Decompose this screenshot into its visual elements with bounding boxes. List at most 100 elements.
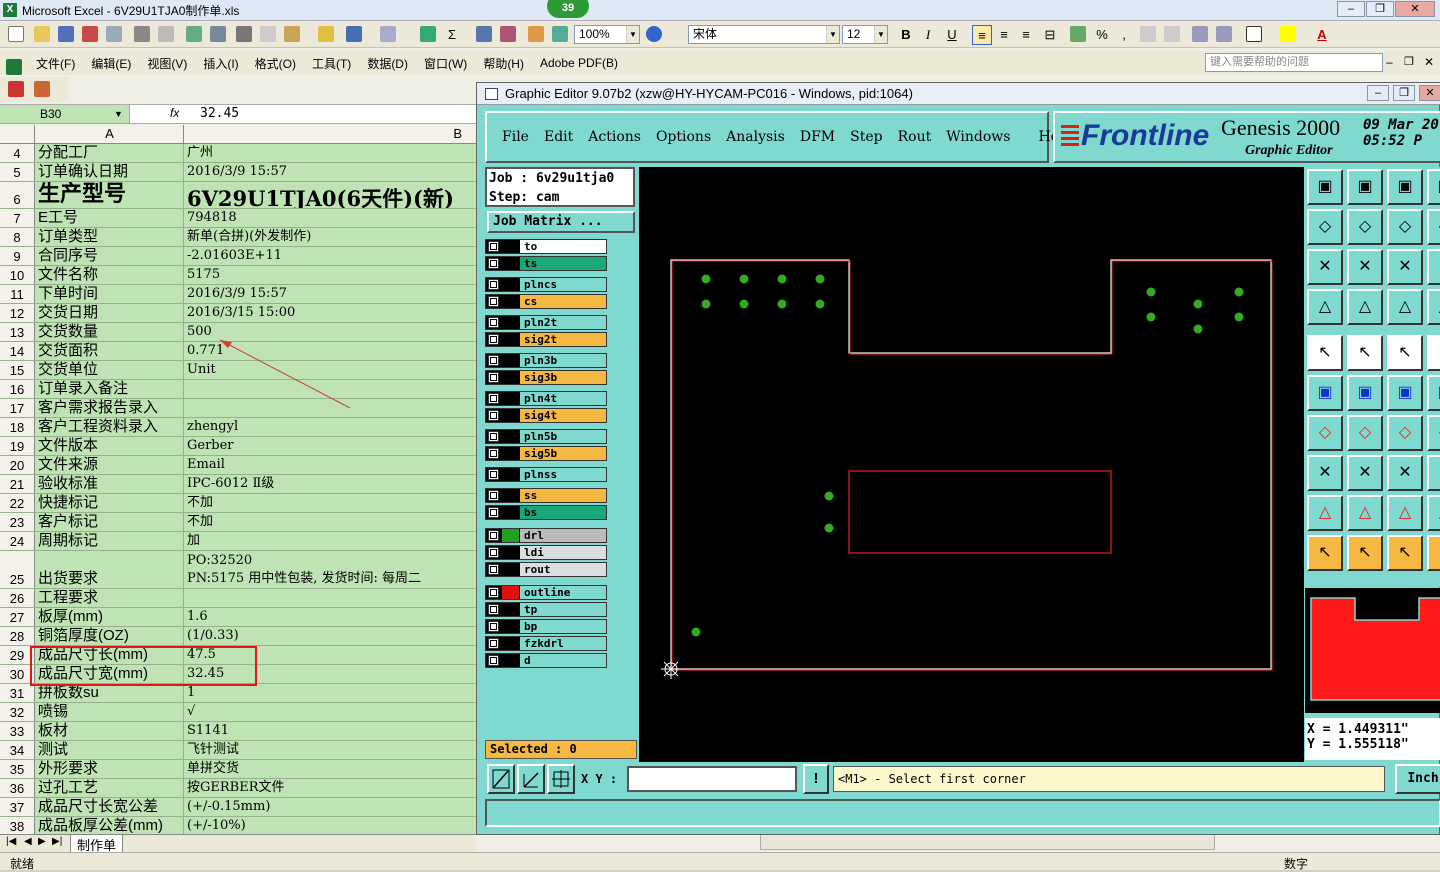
layer-row-ldi[interactable]: ldi — [485, 545, 607, 560]
layer-checkbox[interactable] — [488, 448, 499, 459]
column-header-a[interactable]: A — [36, 125, 184, 143]
extra-8-icon[interactable]: ✕ — [1427, 455, 1440, 491]
column-header-b[interactable]: B — [185, 125, 476, 143]
snap-grid-icon[interactable] — [547, 764, 575, 794]
increase-decimal-icon[interactable] — [1140, 26, 1156, 42]
layer-color-swatch[interactable] — [502, 333, 519, 346]
drill-hole[interactable] — [824, 491, 834, 501]
grid-view-icon[interactable]: △ — [1347, 289, 1383, 325]
layer-checkbox[interactable] — [488, 564, 499, 575]
layer-checkbox[interactable] — [488, 334, 499, 345]
units-toggle[interactable]: Inch — [1395, 764, 1440, 794]
layer-row-pln4t[interactable]: pln4t — [485, 391, 607, 406]
convert-pdf-email-icon[interactable] — [34, 81, 50, 97]
connect-icon[interactable]: ▣ — [1307, 375, 1343, 411]
trim-icon[interactable]: ✕ — [1347, 455, 1383, 491]
redo-icon[interactable] — [380, 26, 396, 42]
layer-checkbox[interactable] — [488, 241, 499, 252]
layer-checkbox[interactable] — [488, 587, 499, 598]
home-icon[interactable]: ▣ — [1387, 169, 1423, 205]
job-matrix-button[interactable]: Job Matrix ... — [487, 211, 635, 233]
italic-icon[interactable]: I — [918, 25, 938, 45]
text-a-icon[interactable]: △ — [1387, 495, 1423, 531]
layer-color-swatch[interactable] — [502, 447, 519, 460]
gmenu-actions[interactable]: Actions — [588, 129, 641, 145]
layer-color-swatch[interactable] — [502, 295, 519, 308]
layer-checkbox[interactable] — [488, 469, 499, 480]
layer-row-d[interactable]: d — [485, 653, 607, 668]
drill-hole[interactable] — [739, 274, 749, 284]
horizontal-scrollbar[interactable] — [760, 834, 1215, 850]
doc-minimize-icon[interactable]: – — [1386, 55, 1393, 69]
select-cross-icon[interactable]: ↖ — [1387, 535, 1423, 571]
layer-color-swatch[interactable] — [502, 468, 519, 481]
extra-6-icon[interactable]: ▣ — [1427, 375, 1440, 411]
save-step-icon[interactable]: ▣ — [1347, 169, 1383, 205]
menu-adobe-pdf[interactable]: Adobe PDF(B) — [532, 56, 626, 70]
layer-checkbox[interactable] — [488, 372, 499, 383]
polygon-icon[interactable]: ↖ — [1347, 335, 1383, 371]
convert-pdf-icon[interactable] — [8, 81, 24, 97]
snap-icon[interactable]: △ — [1387, 289, 1423, 325]
cut-icon[interactable] — [236, 26, 252, 42]
layer-color-swatch[interactable] — [502, 637, 519, 650]
new-icon[interactable] — [8, 26, 24, 42]
measure-icon[interactable] — [517, 764, 545, 794]
gmenu-rout[interactable]: Rout — [898, 129, 932, 145]
delete-icon[interactable]: ▣ — [1347, 375, 1383, 411]
zoom-select[interactable]: 100% ▼ — [574, 25, 640, 44]
layer-color-swatch[interactable] — [502, 586, 519, 599]
percent-icon[interactable]: % — [1092, 25, 1112, 45]
extra-3-icon[interactable]: ✕ — [1427, 249, 1440, 285]
currency-icon[interactable] — [1070, 26, 1086, 42]
extra-7-icon[interactable]: ◇ — [1427, 415, 1440, 451]
first-sheet-icon[interactable]: |◀ — [6, 836, 16, 847]
layer-checkbox[interactable] — [488, 410, 499, 421]
layer-row-ss[interactable]: ss — [485, 488, 607, 503]
drill-hole[interactable] — [815, 299, 825, 309]
align-left-icon[interactable]: ≡ — [972, 25, 992, 45]
email-icon[interactable] — [106, 26, 122, 42]
menu-format[interactable]: 格式(O) — [247, 55, 304, 72]
measure-bar-icon[interactable]: ↖ — [1387, 335, 1423, 371]
pad-icon[interactable]: ↖ — [1307, 335, 1343, 371]
font-size-select[interactable]: 12 ▼ — [842, 25, 888, 44]
layer-color-swatch[interactable] — [502, 409, 519, 422]
select-all-corner[interactable] — [0, 125, 35, 143]
increase-indent-icon[interactable] — [1216, 26, 1232, 42]
layer-checkbox[interactable] — [488, 621, 499, 632]
doc-close-icon[interactable]: ✕ — [1424, 55, 1434, 69]
print-preview-icon[interactable] — [158, 26, 174, 42]
copy-icon[interactable] — [260, 26, 276, 42]
restore-icon[interactable]: ❐ — [1366, 1, 1394, 17]
layer-checkbox[interactable] — [488, 655, 499, 666]
layer-color-swatch[interactable] — [502, 529, 519, 542]
layer-checkbox[interactable] — [488, 355, 499, 366]
layer-color-swatch[interactable] — [502, 489, 519, 502]
decrease-decimal-icon[interactable] — [1164, 26, 1180, 42]
comma-style-icon[interactable]: , — [1114, 25, 1134, 45]
drill-hole[interactable] — [1146, 312, 1156, 322]
align-icon[interactable]: ✕ — [1387, 455, 1423, 491]
layer-color-swatch[interactable] — [502, 316, 519, 329]
layer-row-outline[interactable]: outline — [485, 585, 607, 600]
drill-hole[interactable] — [1234, 312, 1244, 322]
spelling-icon[interactable] — [186, 26, 202, 42]
layer-color-swatch[interactable] — [502, 654, 519, 667]
forward-icon[interactable]: ◇ — [1347, 209, 1383, 245]
decrease-indent-icon[interactable] — [1192, 26, 1208, 42]
zoom-window-icon[interactable] — [487, 764, 515, 794]
fx-icon[interactable]: fx — [170, 106, 179, 120]
borders-icon[interactable] — [1246, 26, 1262, 42]
menu-insert[interactable]: 插入(I) — [195, 55, 246, 72]
font-color-icon[interactable]: A — [1312, 25, 1332, 45]
back-icon[interactable]: ◇ — [1307, 209, 1343, 245]
layer-row-tp[interactable]: tp — [485, 602, 607, 617]
layer-checkbox[interactable] — [488, 547, 499, 558]
drill-hole[interactable] — [777, 274, 787, 284]
menu-file[interactable]: 文件(F) — [28, 55, 83, 72]
genesis-close-icon[interactable]: ✕ — [1419, 85, 1440, 101]
font-name-select[interactable]: 宋体 ▼ — [688, 25, 840, 44]
name-box[interactable]: B30 ▼ — [0, 105, 130, 123]
layer-color-swatch[interactable] — [502, 546, 519, 559]
